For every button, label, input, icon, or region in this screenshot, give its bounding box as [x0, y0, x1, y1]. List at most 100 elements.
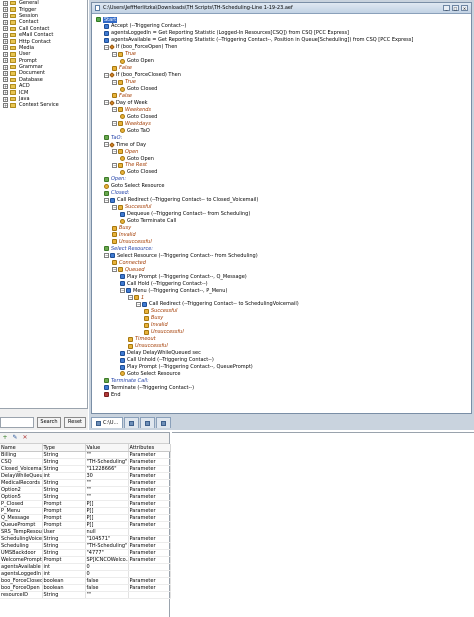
script-step-node[interactable]: False	[112, 92, 132, 99]
script-step-node[interactable]: Connected	[112, 259, 146, 266]
palette-folder-item[interactable]: + Context Service	[0, 102, 87, 108]
expand-icon[interactable]: +	[3, 51, 8, 57]
script-step-node[interactable]: TaO:	[104, 134, 122, 141]
collapse-icon[interactable]: −	[104, 253, 109, 259]
script-step-node[interactable]: − Call Redirect (--Triggering Contact-- t…	[104, 197, 258, 204]
script-step-node[interactable]: Play Prompt (--Triggering Contact--, Q_M…	[120, 273, 247, 280]
script-step-node[interactable]: agentsAvailable = Get Reporting Statisti…	[104, 37, 413, 44]
script-step-node[interactable]: Goto TaO	[120, 127, 150, 134]
script-step-node[interactable]: Call Hold (--Triggering Contact--)	[120, 280, 208, 287]
delete-variable-icon[interactable]: ✕	[22, 435, 28, 441]
script-step-node[interactable]: Busy	[112, 225, 131, 232]
variable-row[interactable]: SchedulingVoice...String"104571"Paramete…	[0, 535, 171, 543]
tab-script-document[interactable]: C:\U...	[91, 417, 124, 428]
expand-icon[interactable]: +	[3, 26, 8, 32]
script-step-node[interactable]: Dequeue (--Triggering Contact-- from Sch…	[120, 211, 250, 218]
collapse-icon[interactable]: −	[112, 149, 117, 155]
script-step-node[interactable]: Goto Closed	[120, 169, 157, 176]
expand-icon[interactable]: +	[3, 64, 8, 70]
script-step-node[interactable]: − Queued	[112, 266, 145, 273]
script-step-node[interactable]: End	[104, 391, 121, 398]
expand-icon[interactable]: +	[3, 0, 8, 6]
script-step-node[interactable]: Unsuccessful	[144, 329, 184, 336]
variable-row[interactable]: agentsLoggedIn int 0	[0, 570, 171, 578]
collapse-icon[interactable]: −	[112, 162, 117, 168]
script-step-node[interactable]: Terminate (--Triggering Contact--)	[104, 384, 194, 391]
maximize-button[interactable]: □	[452, 5, 459, 11]
expand-icon[interactable]: +	[3, 7, 8, 13]
script-step-node[interactable]: − Weekends	[112, 106, 151, 113]
search-button[interactable]: Search	[37, 417, 61, 428]
expand-icon[interactable]: +	[3, 70, 8, 76]
close-button[interactable]: ×	[461, 5, 468, 11]
script-step-node[interactable]: Invalid	[112, 231, 136, 238]
script-step-node[interactable]: Closed:	[104, 190, 129, 197]
variable-row[interactable]: SRS_TempResou...Usernull	[0, 528, 171, 536]
collapse-icon[interactable]: −	[112, 107, 117, 113]
script-step-node[interactable]: Start	[96, 16, 118, 23]
script-step-node[interactable]: Open:	[104, 176, 126, 183]
script-step-node[interactable]: Goto Closed	[120, 113, 157, 120]
variable-row[interactable]: P_Closed Prompt P[] Parameter	[0, 500, 171, 508]
expand-icon[interactable]: +	[3, 45, 8, 51]
collapse-icon[interactable]: −	[112, 204, 117, 210]
expand-icon[interactable]: +	[3, 32, 8, 38]
script-step-node[interactable]: Accept (--Triggering Contact--)	[104, 23, 186, 30]
collapse-icon[interactable]: −	[104, 197, 109, 203]
tab-minimized-3[interactable]	[156, 417, 172, 428]
script-step-node[interactable]: − Time of Day	[104, 141, 146, 148]
minimize-button[interactable]: _	[443, 5, 450, 11]
script-step-node[interactable]: − Successful	[112, 204, 151, 211]
script-step-node[interactable]: Goto Open	[120, 58, 154, 65]
script-step-node[interactable]: − If (boo_ForceClosed) Then	[104, 72, 181, 79]
variable-row[interactable]: Option5 String "" Parameter	[0, 493, 171, 501]
expand-icon[interactable]: +	[3, 13, 8, 19]
script-step-node[interactable]: − Day of Week	[104, 99, 148, 106]
script-step-node[interactable]: Call Unhold (--Triggering Contact--)	[120, 357, 214, 364]
variable-row[interactable]: CSQ String "TH-Scheduling" Parameter	[0, 458, 171, 466]
reset-button[interactable]: Reset	[64, 417, 86, 428]
collapse-icon[interactable]: −	[104, 72, 109, 78]
variable-row[interactable]: Billing String "" Parameter	[0, 451, 171, 459]
collapse-icon[interactable]: −	[128, 295, 133, 300]
variable-row[interactable]: MedicalRecords String "" Parameter	[0, 479, 171, 487]
expand-icon[interactable]: +	[3, 58, 8, 64]
edit-variable-icon[interactable]: ✎	[12, 435, 18, 441]
variable-row[interactable]: agentsAvailable int 0	[0, 563, 171, 571]
variable-row[interactable]: QueuePrompt Prompt P[] Parameter	[0, 521, 171, 529]
variable-row[interactable]: P_Menu Prompt P[] Parameter	[0, 507, 171, 515]
script-step-node[interactable]: Invalid	[144, 322, 168, 329]
script-step-node[interactable]: − True	[112, 79, 136, 86]
script-step-node[interactable]: Unsuccessful	[128, 343, 168, 350]
variable-row[interactable]: Option2 String "" Parameter	[0, 486, 171, 494]
expand-icon[interactable]: +	[3, 96, 8, 102]
expand-icon[interactable]: +	[3, 90, 8, 96]
script-title-bar[interactable]: C:\Users\JeffHerlitzka\Downloads\TH Scri…	[92, 3, 471, 14]
variable-row[interactable]: DelayWhileQueuedint30Parameter	[0, 472, 171, 480]
script-step-node[interactable]: Unsuccessful	[112, 238, 152, 245]
expand-icon[interactable]: +	[3, 102, 8, 108]
script-step-node[interactable]: False	[112, 65, 132, 72]
script-step-node[interactable]: Goto Open	[120, 155, 154, 162]
script-step-node[interactable]: agentsLoggedIn = Get Reporting Statistic…	[104, 30, 349, 37]
collapse-icon[interactable]: −	[112, 79, 117, 85]
collapse-icon[interactable]: −	[104, 44, 109, 50]
expand-icon[interactable]: +	[3, 39, 8, 45]
column-header-name[interactable]: Name	[0, 444, 43, 452]
script-step-node[interactable]: − Call Redirect (--Triggering Contact-- t…	[136, 301, 299, 308]
tab-minimized-2[interactable]	[140, 417, 156, 428]
variable-row[interactable]: resourceID String ""	[0, 591, 171, 599]
script-step-node[interactable]: Select Resource:	[104, 245, 153, 252]
script-step-node[interactable]: Goto Select Resource	[104, 183, 165, 190]
script-step-node[interactable]: Delay DelayWhileQueued sec	[120, 350, 201, 357]
collapse-icon[interactable]: −	[112, 121, 117, 127]
collapse-icon[interactable]: −	[112, 267, 117, 273]
script-step-node[interactable]: −1	[128, 294, 144, 301]
expand-icon[interactable]: +	[3, 83, 8, 89]
script-step-node[interactable]: Terminate Call:	[104, 377, 149, 384]
variable-row[interactable]: boo_ForceClosed boolean false Parameter	[0, 577, 171, 585]
script-step-node[interactable]: Successful	[144, 308, 177, 315]
script-step-node[interactable]: − Open	[112, 148, 138, 155]
variable-row[interactable]: Scheduling String "TH-Scheduling" Parameter	[0, 542, 171, 550]
script-step-node[interactable]: − The Rest	[112, 162, 147, 169]
